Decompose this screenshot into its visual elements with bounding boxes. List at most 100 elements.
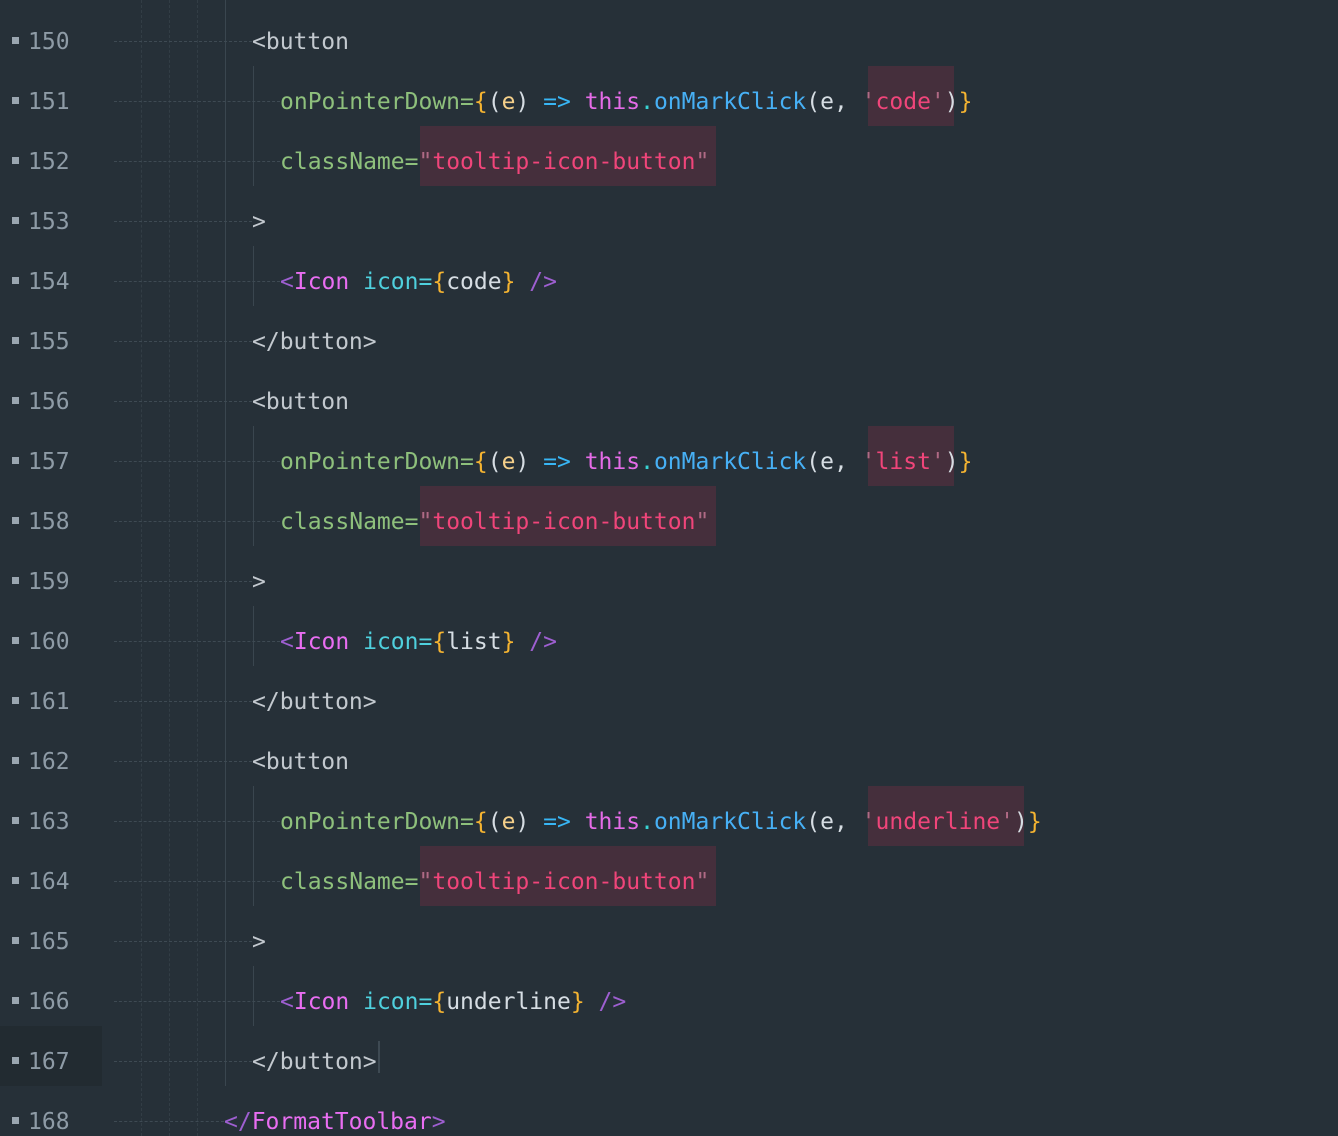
string-value: tooltip-icon-button [432,509,696,535]
gutter: 154 [0,246,102,306]
line-number: 168 [28,1109,70,1135]
string-value: tooltip-icon-button [432,869,696,895]
prop-name: icon= [349,989,433,1015]
fold-square-icon[interactable] [12,1117,19,1124]
code-line[interactable]: 164 className="tooltip-icon-button" [0,846,1338,906]
gutter: 162 [0,726,102,786]
fold-square-icon[interactable] [12,937,19,944]
fold-square-icon[interactable] [12,217,19,224]
jsx-tag: <button [252,29,349,55]
indent-dashes [114,821,280,822]
quote: " [418,509,433,535]
code-line[interactable]: 151 onPointerDown={(e) => this.onMarkCli… [0,66,1338,126]
component-name: Icon [293,269,350,295]
fold-square-icon[interactable] [12,37,19,44]
indent-dashes [114,581,252,582]
fold-square-icon[interactable] [12,397,19,404]
gutter: 161 [0,666,102,726]
fold-square-icon[interactable] [12,817,19,824]
code-line[interactable]: 152 className="tooltip-icon-button" [0,126,1338,186]
code-line[interactable]: 166 <Icon icon={underline} /> [0,966,1338,1026]
code-line[interactable]: 165 > [0,906,1338,966]
code-line[interactable]: 153 > [0,186,1338,246]
fold-square-icon[interactable] [12,277,19,284]
attr-name: className= [280,149,419,175]
paren: ) [515,449,530,475]
string-value: underline [875,809,1001,835]
fold-square-icon[interactable] [12,637,19,644]
indent-dashes [114,101,280,102]
fold-square-icon[interactable] [12,517,19,524]
component-name: FormatToolbar [251,1109,432,1135]
line-number: 154 [28,269,70,295]
brace: { [473,89,488,115]
attr-name: className= [280,869,419,895]
args: (e, [806,89,862,115]
code-line[interactable]: 159 > [0,546,1338,606]
code-line[interactable]: 157 onPointerDown={(e) => this.onMarkCli… [0,426,1338,486]
quote: " [695,149,710,175]
code-line[interactable]: 160 <Icon icon={list} /> [0,606,1338,666]
line-number: 167 [28,1049,70,1075]
identifier: code [446,269,502,295]
paren: ( [487,449,502,475]
line-number: 166 [28,989,70,1015]
quote: ' [861,809,876,835]
component-name: Icon [293,989,350,1015]
jsx-tag: </button> [252,1049,377,1075]
prop-name: icon= [349,629,433,655]
attr-name: className= [280,509,419,535]
code-line[interactable]: 162 <button [0,726,1338,786]
method-name: onMarkClick [653,89,807,115]
code-line[interactable]: 168 </FormatToolbar> [0,1086,1338,1136]
gutter: 168 [0,1086,102,1136]
gutter: 167 [0,1026,102,1086]
fold-square-icon[interactable] [12,157,19,164]
code-line[interactable]: 158 className="tooltip-icon-button" [0,486,1338,546]
code-line[interactable]: 161 </button> [0,666,1338,726]
code-text: className="tooltip-icon-button" [280,866,709,898]
code-line[interactable]: 163 onPointerDown={(e) => this.onMarkCli… [0,786,1338,846]
code-line[interactable]: 156 <button [0,366,1338,426]
text-cursor [378,1041,380,1073]
code-text: <Icon icon={underline} /> [280,986,626,1018]
code-text: className="tooltip-icon-button" [280,146,709,178]
arrow: => [529,89,585,115]
args: (e, [806,449,862,475]
this-keyword: this [584,449,641,475]
gutter: 165 [0,906,102,966]
code-text: > [252,566,266,598]
indent-dashes [114,761,252,762]
fold-square-icon[interactable] [12,457,19,464]
brace: } [570,989,585,1015]
code-line[interactable]: 150 <button [0,6,1338,66]
jsx-bracket: < [280,989,294,1015]
fold-square-icon[interactable] [12,1057,19,1064]
fold-square-icon[interactable] [12,97,19,104]
jsx-tag: <button [252,749,349,775]
jsx-tag: > [252,209,266,235]
quote: ' [930,89,945,115]
fold-square-icon[interactable] [12,997,19,1004]
quote: ' [861,89,876,115]
fold-square-icon[interactable] [12,757,19,764]
component-name: Icon [293,629,350,655]
fold-square-icon[interactable] [12,697,19,704]
fold-square-icon[interactable] [12,577,19,584]
indent-dashes [114,461,280,462]
gutter: 152 [0,126,102,186]
brace: { [432,989,447,1015]
gutter: 159 [0,546,102,606]
this-keyword: this [584,89,641,115]
paren: ) [515,809,530,835]
fold-square-icon[interactable] [12,877,19,884]
fold-square-icon[interactable] [12,337,19,344]
code-line[interactable]: 155 </button> [0,306,1338,366]
jsx-bracket: </ [224,1109,252,1135]
code-editor[interactable]: 150 <button 151 onPointerDown={(e) => th… [0,0,1338,1136]
code-line[interactable]: 154 <Icon icon={code} /> [0,246,1338,306]
code-text: <button [252,746,349,778]
code-line-active[interactable]: 167 </button> [0,1026,1338,1086]
indent-dashes [114,941,252,942]
code-text: <button [252,386,349,418]
